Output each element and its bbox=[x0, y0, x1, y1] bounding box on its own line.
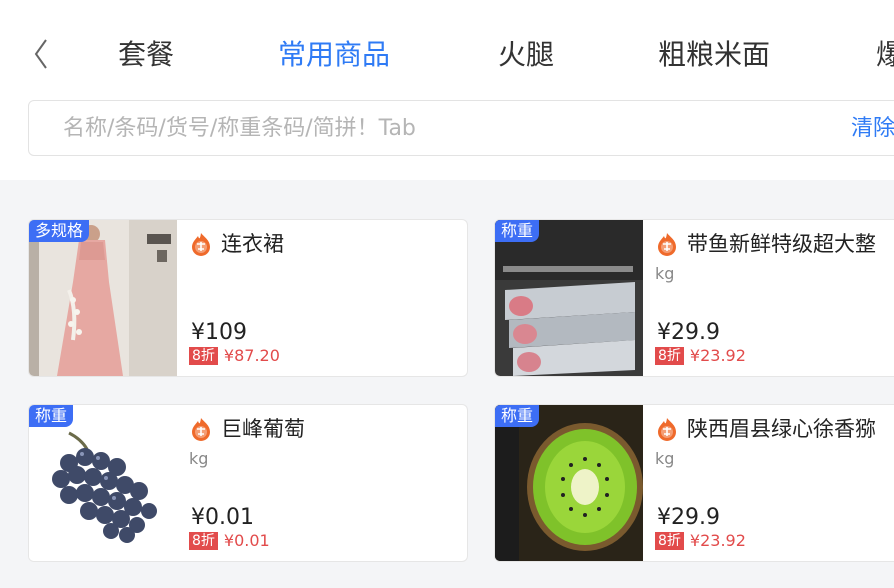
product-price: ¥0.01 bbox=[191, 505, 254, 530]
badge-weighed: 称重 bbox=[495, 405, 540, 427]
product-card-hairtail[interactable]: 称重 带鱼新鲜特级超大整 kg ¥29.9 8折 ¥23.92 bbox=[494, 219, 894, 377]
product-name: 带鱼新鲜特级超大整 bbox=[687, 232, 876, 256]
promo-icon bbox=[658, 233, 676, 256]
product-price: ¥109 bbox=[191, 320, 247, 345]
tab-common-products[interactable]: 常用商品 bbox=[278, 30, 390, 80]
badge-weighed: 称重 bbox=[29, 405, 74, 427]
discount-price: ¥23.92 bbox=[689, 531, 746, 550]
discount-tag: 8折 bbox=[189, 347, 218, 365]
hairtail-image: 称重 bbox=[495, 220, 643, 376]
tab-ham[interactable]: 火腿 bbox=[498, 30, 554, 80]
discount-info: 8折 ¥23.92 bbox=[655, 346, 746, 366]
clear-button[interactable]: 清除 bbox=[851, 101, 894, 157]
product-card-kiwi[interactable]: 称重 陕西眉县绿心徐香猕 kg ¥29.9 8折 ¥23.92 bbox=[494, 404, 894, 562]
grape-image: 称重 bbox=[29, 405, 177, 561]
product-price: ¥29.9 bbox=[657, 320, 720, 345]
discount-price: ¥87.20 bbox=[223, 346, 280, 365]
category-tabs: 套餐 常用商品 火腿 粗粮米面 爆 bbox=[0, 30, 894, 80]
discount-price: ¥0.01 bbox=[223, 531, 270, 550]
product-unit: kg bbox=[655, 449, 675, 468]
discount-info: 8折 ¥87.20 bbox=[189, 346, 280, 366]
product-name: 陕西眉县绿心徐香猕 bbox=[687, 417, 876, 441]
promo-icon bbox=[192, 233, 210, 256]
discount-tag: 8折 bbox=[189, 532, 218, 550]
discount-tag: 8折 bbox=[655, 532, 684, 550]
product-unit: kg bbox=[655, 264, 675, 283]
kiwi-image: 称重 bbox=[495, 405, 643, 561]
search-input[interactable]: 名称/条码/货号/称重条码/简拼！Tab 清除 bbox=[28, 100, 894, 156]
top-bar: 套餐 常用商品 火腿 粗粮米面 爆 名称/条码/货号/称重条码/简拼！Tab 清… bbox=[0, 0, 894, 180]
product-unit: kg bbox=[189, 449, 209, 468]
dress-image: 多规格 bbox=[29, 220, 177, 376]
discount-info: 8折 ¥0.01 bbox=[189, 531, 270, 551]
discount-price: ¥23.92 bbox=[689, 346, 746, 365]
promo-icon bbox=[192, 418, 210, 441]
discount-tag: 8折 bbox=[655, 347, 684, 365]
product-name: 连衣裙 bbox=[221, 232, 284, 256]
promo-icon bbox=[658, 418, 676, 441]
tab-grains[interactable]: 粗粮米面 bbox=[658, 30, 770, 80]
badge-weighed: 称重 bbox=[495, 220, 540, 242]
tab-taocan[interactable]: 套餐 bbox=[118, 30, 174, 80]
product-name: 巨峰葡萄 bbox=[221, 417, 305, 441]
tab-more[interactable]: 爆 bbox=[876, 30, 894, 80]
discount-info: 8折 ¥23.92 bbox=[655, 531, 746, 551]
product-card-dress[interactable]: 多规格 连衣裙 ¥109 8折 ¥87.20 bbox=[28, 219, 468, 377]
product-price: ¥29.9 bbox=[657, 505, 720, 530]
badge-multi-spec: 多规格 bbox=[29, 220, 90, 242]
product-card-grape[interactable]: 称重 巨峰葡萄 kg ¥0.01 8折 ¥0.01 bbox=[28, 404, 468, 562]
search-placeholder: 名称/条码/货号/称重条码/简拼！Tab bbox=[63, 116, 416, 141]
